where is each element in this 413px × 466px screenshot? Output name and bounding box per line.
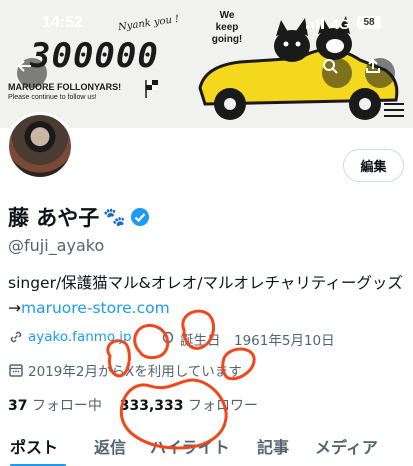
handle: @fuji_ayako — [8, 236, 105, 255]
tab-posts[interactable]: ポスト — [10, 434, 58, 458]
status-bar: 14:52 4G 58 — [0, 14, 413, 36]
hamburger-icon — [384, 103, 404, 117]
display-name-text: 藤 あや子 — [8, 206, 100, 230]
display-name: 藤 あや子 🐾 — [8, 202, 150, 232]
followers-label: フォロワー — [187, 398, 258, 414]
profile-banner[interactable]: 300000 Nyank you ! MARUORE FOLLONYARS! P… — [0, 0, 413, 128]
profile-tabs: ポスト 返信 ハイライト 記事 メディア — [0, 434, 413, 466]
joined-text: 2019年2月からXを利用しています — [28, 364, 242, 380]
search-icon — [323, 59, 338, 74]
tab-articles[interactable]: 記事 — [257, 434, 289, 458]
paw-emoji: 🐾 — [103, 206, 126, 228]
banner-follower-number: 300000 — [30, 36, 159, 76]
following-link[interactable]: 37 フォロー中 — [8, 398, 102, 414]
share-button[interactable] — [365, 58, 395, 88]
followers-link[interactable]: 333,333 フォロワー — [120, 398, 258, 414]
website-link[interactable]: ayako.fanmo.jp — [28, 329, 132, 345]
verified-badge-icon[interactable] — [130, 207, 150, 227]
followers-count: 333,333 — [119, 398, 184, 414]
battery-icon: 58 — [357, 16, 381, 29]
status-time: 14:52 — [42, 14, 83, 31]
tab-replies[interactable]: 返信 — [94, 434, 126, 458]
link-icon — [10, 331, 22, 343]
search-button[interactable] — [322, 58, 352, 88]
follow-stats: 37 フォロー中 333,333 フォロワー — [8, 395, 258, 415]
profile-meta-birthday: 誕生日 1961年5月10日 — [160, 329, 335, 349]
banner-subline: Please continue to follow us! — [8, 94, 97, 101]
network-type: 4G — [331, 16, 350, 32]
following-count: 37 — [8, 398, 28, 414]
tab-highlights[interactable]: ハイライト — [150, 434, 230, 458]
birthday-text: 誕生日 1961年5月10日 — [180, 333, 335, 349]
edit-profile-button[interactable]: 編集 — [343, 149, 404, 182]
balloon-icon — [162, 331, 174, 347]
following-label: フォロー中 — [31, 398, 102, 414]
profile-meta-website: ayako.fanmo.jp — [8, 329, 132, 345]
bio: singer/保護猫マル&オレオ/マルオレチャリティーグッズ→maruore-s… — [8, 271, 408, 321]
tab-media[interactable]: メディア — [315, 434, 378, 458]
profile-meta-joined: 2019年2月からXを利用しています — [8, 360, 242, 380]
back-button[interactable] — [17, 58, 47, 88]
arrow-left-icon — [17, 60, 31, 72]
bio-link[interactable]: maruore-store.com — [21, 299, 170, 317]
signal-icon — [306, 17, 324, 29]
avatar[interactable] — [6, 112, 74, 180]
calendar-icon — [9, 364, 23, 377]
share-icon — [366, 58, 380, 73]
